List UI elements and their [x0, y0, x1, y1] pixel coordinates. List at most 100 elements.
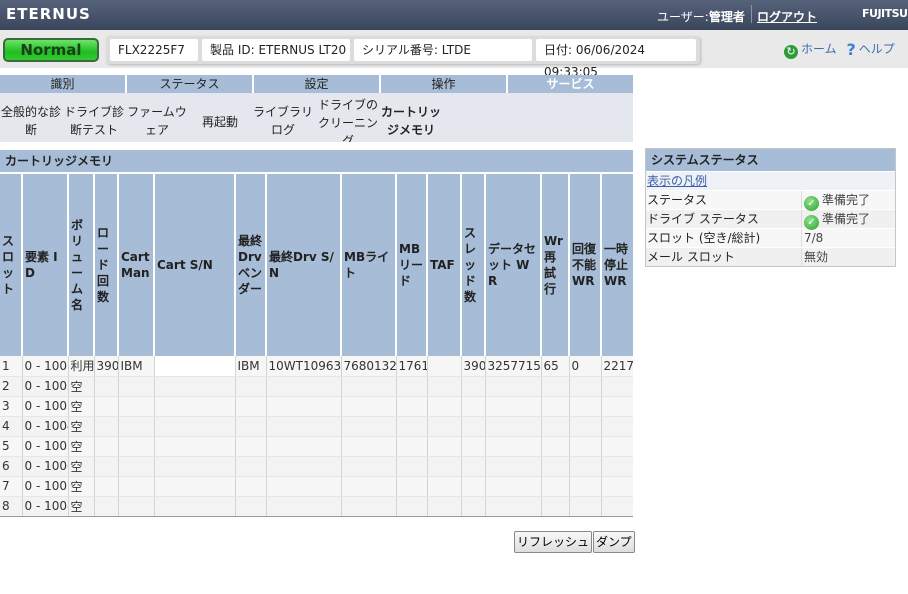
cell-cart-sn — [154, 496, 236, 517]
table-body: 10 - 1001利用390IBMIBM10WT1096397680132417… — [0, 356, 633, 517]
status-key: ドライブ ステータス — [646, 210, 802, 228]
cell-volume-name: 空 — [68, 496, 95, 517]
help-link[interactable]: ? ヘルプ — [840, 40, 895, 59]
cell-mb-write — [341, 396, 397, 417]
col-header-cart-man: Cart Man — [118, 174, 155, 356]
info-bar: Normal FLX2225F7 製品 ID: ETERNUS LT20 シリア… — [0, 30, 908, 79]
table-row[interactable]: 20 - 1002空 — [0, 376, 633, 397]
cell-mb-read: 1761 — [396, 356, 428, 377]
tab-status[interactable]: ステータス — [127, 75, 254, 93]
cell-last-drv-vendor — [235, 456, 267, 477]
system-status-row: メール スロット 無効 — [646, 247, 895, 266]
cell-dataset-wr — [485, 476, 542, 497]
cell-element-id: 0 - 1004 — [22, 416, 69, 437]
tab-operations[interactable]: 操作 — [381, 75, 508, 93]
table-header-row: スロット 要素 ID ボリューム名 ロード回数 Cart Man Cart S/… — [0, 174, 633, 356]
cell-volume-name: 利用 — [68, 356, 95, 377]
cell-unrecoverable-wr — [569, 476, 602, 497]
cell-slot: 8 — [0, 496, 23, 517]
cell-element-id: 0 - 1005 — [22, 436, 69, 457]
cell-cart-sn — [154, 356, 236, 377]
cell-mb-write — [341, 416, 397, 437]
ok-check-icon: ✓ — [804, 215, 819, 230]
table-row[interactable]: 40 - 1004空 — [0, 416, 633, 437]
system-status-panel: システムステータス 表示の凡例 ステータス ✓ 準備完了 ドライブ ステータス ✓ 準備完… — [645, 148, 896, 267]
cell-mb-write — [341, 496, 397, 517]
subnav-reboot[interactable]: 再起動 — [196, 113, 244, 131]
top-bar: ETERNUS ユーザー:管理者 ログアウト FUJITSU — [0, 0, 908, 30]
refresh-button[interactable]: リフレッシュ — [514, 531, 593, 553]
cell-slot: 7 — [0, 476, 23, 497]
fujitsu-logo: FUJITSU — [862, 7, 908, 20]
cell-taf — [427, 476, 462, 497]
cell-dataset-wr — [485, 496, 542, 517]
cell-load-count — [94, 436, 119, 457]
cell-thread-count — [461, 416, 486, 437]
cell-cart-sn — [154, 436, 236, 457]
tab-settings[interactable]: 設定 — [254, 75, 381, 93]
cell-last-drv-vendor — [235, 436, 267, 457]
cell-taf — [427, 356, 462, 377]
cell-cart-sn — [154, 476, 236, 497]
status-value: 7/8 — [802, 229, 895, 247]
cell-unrecoverable-wr — [569, 376, 602, 397]
cell-volume-name: 空 — [68, 396, 95, 417]
cell-thread-count — [461, 476, 486, 497]
table-row[interactable]: 30 - 1003空 — [0, 396, 633, 417]
table-row[interactable]: 60 - 1006空 — [0, 456, 633, 477]
status-value-text: 7/8 — [804, 231, 824, 245]
subnav-general-diagnostics[interactable]: 全般的な診断 — [0, 103, 62, 139]
dump-button[interactable]: ダンプ — [593, 531, 635, 553]
cell-wr-retry — [541, 396, 570, 417]
status-value-text: 準備完了 — [822, 212, 871, 226]
cell-last-drv-sn — [266, 496, 342, 517]
cell-taf — [427, 496, 462, 517]
cell-volume-name: 空 — [68, 416, 95, 437]
cell-mb-read — [396, 496, 428, 517]
cell-wr-retry — [541, 476, 570, 497]
cell-load-count — [94, 456, 119, 477]
status-key: メール スロット — [646, 248, 802, 266]
cell-dataset-wr — [485, 456, 542, 477]
logout-link[interactable]: ログアウト — [757, 8, 817, 25]
nav-links: ↻ ホーム ? ヘルプ — [784, 40, 895, 59]
cell-last-drv-sn — [266, 476, 342, 497]
cell-load-count — [94, 376, 119, 397]
cell-pause-wr: 22177 — [601, 356, 633, 377]
subnav-drive-diagnostic-test[interactable]: ドライブ診断テスト — [64, 103, 124, 139]
subnav-firmware[interactable]: ファームウェア — [126, 103, 188, 139]
cell-volume-name: 空 — [68, 436, 95, 457]
col-header-thread-count: スレッド数 — [461, 174, 486, 356]
system-status-row: ドライブ ステータス ✓ 準備完了 — [646, 209, 895, 230]
subnav-cartridge-memory[interactable]: カートリッジメモリ — [380, 103, 442, 139]
serial-number: シリアル番号: LTDE — [354, 39, 532, 61]
eternus-logo: ETERNUS — [6, 5, 91, 23]
table-row[interactable]: 70 - 1007空 — [0, 476, 633, 497]
cell-last-drv-sn: 10WT109639 — [266, 356, 342, 377]
cell-mb-write — [341, 436, 397, 457]
cell-mb-write — [341, 376, 397, 397]
system-status-row: スロット (空き/総計) 7/8 — [646, 228, 895, 247]
col-header-load-count: ロード回数 — [94, 174, 119, 356]
tab-service[interactable]: サービス — [508, 75, 633, 93]
subnav-drive-cleaning[interactable]: ドライブのクリーニング — [316, 96, 380, 142]
table-row[interactable]: 80 - 1008空 — [0, 496, 633, 517]
table-row[interactable]: 10 - 1001利用390IBMIBM10WT1096397680132417… — [0, 356, 633, 377]
cell-thread-count — [461, 376, 486, 397]
home-link[interactable]: ↻ ホーム — [784, 42, 837, 59]
cell-dataset-wr — [485, 396, 542, 417]
tab-identification[interactable]: 識別 — [0, 75, 127, 93]
cell-unrecoverable-wr — [569, 396, 602, 417]
table-row[interactable]: 50 - 1005空 — [0, 436, 633, 457]
display-legend-link[interactable]: 表示の凡例 — [646, 172, 707, 190]
ok-check-icon: ✓ — [804, 196, 819, 211]
col-header-unrecoverable-wr: 回復不能WR — [569, 174, 602, 356]
cell-taf — [427, 456, 462, 477]
cell-cart-sn — [154, 416, 236, 437]
status-value: 無効 — [802, 248, 895, 266]
subnav-library-log[interactable]: ライブラリログ — [252, 103, 314, 139]
system-status-row: ステータス ✓ 準備完了 — [646, 190, 895, 211]
user-name: 管理者 — [708, 10, 745, 24]
help-label: ヘルプ — [858, 42, 895, 56]
device-name: FLX2225F7 — [110, 39, 198, 61]
